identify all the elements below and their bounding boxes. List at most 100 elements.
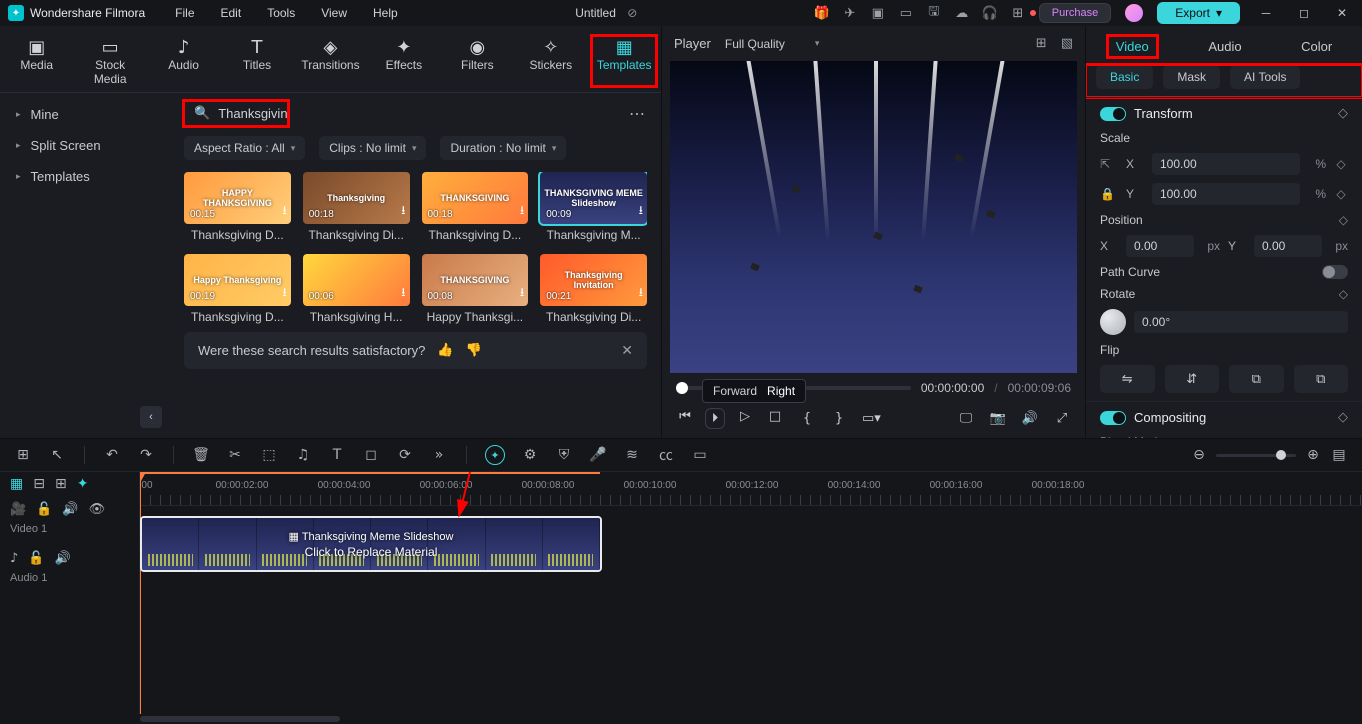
step-back-button[interactable]: ⏮ bbox=[676, 409, 694, 428]
shield-icon[interactable]: ⛨ bbox=[555, 447, 573, 463]
zoom-fit-button[interactable]: ▤ bbox=[1330, 447, 1348, 463]
display-button[interactable]: 🖵 bbox=[957, 411, 975, 426]
timeline-scrollbar[interactable] bbox=[0, 714, 1362, 724]
template-thumb[interactable]: THANKSGIVING00:18⭳Thanksgiving D... bbox=[422, 172, 529, 242]
preview-viewport[interactable] bbox=[670, 61, 1077, 373]
gift-icon[interactable]: 🎁 bbox=[815, 6, 829, 20]
gear-icon[interactable]: ⚙ bbox=[521, 447, 539, 463]
time-ruler[interactable]: 00:0000:00:02:0000:00:04:0000:00:06:0000… bbox=[140, 472, 1362, 506]
video-track-header[interactable]: 🎥 🔓 🔊 👁 bbox=[0, 496, 139, 523]
cloud-icon[interactable]: ☁ bbox=[955, 6, 969, 20]
window-minimize-button[interactable]: ─ bbox=[1254, 6, 1278, 20]
text-tool-icon[interactable]: T bbox=[328, 447, 346, 463]
mic-icon[interactable]: 🎤 bbox=[589, 447, 607, 463]
keyframe-icon[interactable]: ◇ bbox=[1334, 187, 1348, 201]
delete-button[interactable]: 🗑 bbox=[192, 447, 210, 463]
render-icon[interactable]: ▭ bbox=[691, 447, 709, 463]
keyframe-icon[interactable]: ◇ bbox=[1338, 410, 1348, 425]
zoom-slider[interactable] bbox=[1216, 454, 1296, 457]
media-tab-effects[interactable]: ✦Effects bbox=[372, 36, 436, 86]
feedback-close-button[interactable]: ✕ bbox=[621, 342, 633, 359]
download-icon[interactable]: ⭳ bbox=[520, 283, 524, 304]
template-thumb[interactable]: Thanksgiving Invitation00:21⭳Thanksgivin… bbox=[540, 254, 647, 324]
track-mode-4[interactable]: ✦ bbox=[77, 476, 89, 492]
scale-y-input[interactable]: 100.00 bbox=[1152, 183, 1300, 205]
download-icon[interactable]: ⭳ bbox=[283, 283, 287, 304]
export-button[interactable]: Export▾ bbox=[1157, 2, 1240, 24]
playhead[interactable] bbox=[140, 472, 141, 714]
purchase-button[interactable]: Purchase bbox=[1039, 3, 1111, 23]
thumbs-down-button[interactable]: 👎 bbox=[466, 343, 482, 358]
template-thumb[interactable]: 00:06⭳Thanksgiving H... bbox=[303, 254, 410, 324]
lock-icon[interactable]: 🔓 bbox=[36, 502, 52, 517]
template-thumb[interactable]: Happy Thanksgiving00:19⭳Thanksgiving D..… bbox=[184, 254, 291, 324]
prop-tab-video[interactable]: Video bbox=[1108, 36, 1157, 57]
play-button[interactable]: ▷ bbox=[736, 409, 754, 428]
download-icon[interactable]: ⭳ bbox=[639, 283, 643, 304]
template-thumb[interactable]: Thanksgiving00:18⭳Thanksgiving Di... bbox=[303, 172, 410, 242]
mixer-icon[interactable]: ≋ bbox=[623, 447, 641, 463]
flip-vertical-button[interactable]: ⇵ bbox=[1165, 365, 1220, 393]
lock-icon[interactable]: 🔓 bbox=[28, 551, 44, 566]
project-title[interactable]: Untitled ⊘ bbox=[398, 6, 815, 20]
media-tab-transitions[interactable]: ◈Transitions bbox=[298, 36, 362, 86]
template-thumb[interactable]: THANKSGIVING MEME Slideshow00:09⭳Thanksg… bbox=[540, 172, 647, 242]
cc-icon[interactable]: ㏄ bbox=[657, 445, 675, 465]
quality-select[interactable]: Full Quality▾ bbox=[725, 37, 820, 51]
volume-button[interactable]: 🔊 bbox=[1021, 411, 1039, 426]
record-screen-icon[interactable]: ▣ bbox=[871, 6, 885, 20]
paste-button[interactable]: ⧉ bbox=[1294, 365, 1349, 393]
subtab-mask[interactable]: Mask bbox=[1163, 65, 1220, 89]
template-thumb[interactable]: THANKSGIVING00:08⭳Happy Thanksgi... bbox=[422, 254, 529, 324]
headphones-icon[interactable]: 🎧 bbox=[983, 6, 997, 20]
filter-duration[interactable]: Duration : No limit▾ bbox=[440, 136, 566, 160]
rotate-knob[interactable] bbox=[1100, 309, 1126, 335]
transform-toggle[interactable] bbox=[1100, 107, 1126, 121]
subtab-ai-tools[interactable]: AI Tools bbox=[1230, 65, 1300, 89]
collapse-sidenav-button[interactable]: ‹ bbox=[140, 406, 162, 428]
prop-tab-audio[interactable]: Audio bbox=[1200, 36, 1249, 57]
audio-tool-icon[interactable]: ♫ bbox=[294, 447, 312, 463]
search-input[interactable] bbox=[218, 106, 288, 121]
thumbs-up-button[interactable]: 👍 bbox=[437, 343, 453, 358]
more-tools-icon[interactable]: » bbox=[430, 447, 448, 463]
track-mode-3[interactable]: ⊞ bbox=[55, 476, 67, 492]
media-tab-filters[interactable]: ◉Filters bbox=[445, 36, 509, 86]
download-icon[interactable]: ⭳ bbox=[283, 201, 287, 222]
grid-view-icon[interactable]: ⊞ bbox=[1036, 36, 1047, 51]
picture-icon[interactable]: ▧ bbox=[1061, 36, 1073, 51]
copy-button[interactable]: ⧉ bbox=[1229, 365, 1284, 393]
zoom-handle[interactable] bbox=[1276, 450, 1286, 460]
media-tab-stickers[interactable]: ✧Stickers bbox=[519, 36, 583, 86]
media-tab-templates[interactable]: ▦Templates bbox=[592, 36, 656, 86]
media-tab-audio[interactable]: ♪Audio bbox=[152, 36, 216, 86]
menu-edit[interactable]: Edit bbox=[221, 6, 242, 20]
send-icon[interactable]: ✈ bbox=[843, 6, 857, 20]
media-tab-media[interactable]: ▣Media bbox=[5, 36, 69, 86]
filter-clips[interactable]: Clips : No limit▾ bbox=[319, 136, 426, 160]
undo-button[interactable]: ↶ bbox=[103, 447, 121, 463]
window-close-button[interactable]: ✕ bbox=[1330, 6, 1354, 20]
more-options-button[interactable]: ⋯ bbox=[629, 104, 647, 124]
track-mode-1[interactable]: ▦ bbox=[10, 476, 23, 492]
link-icon[interactable]: ⇱ bbox=[1100, 157, 1118, 171]
split-button[interactable]: ✂ bbox=[226, 447, 244, 463]
download-icon[interactable]: ⭳ bbox=[520, 201, 524, 222]
apps-icon[interactable]: ⊞ bbox=[1011, 6, 1025, 20]
menu-help[interactable]: Help bbox=[373, 6, 398, 20]
sidenav-templates[interactable]: ▸Templates bbox=[0, 161, 170, 192]
fullscreen-button[interactable]: ⤢ bbox=[1053, 411, 1071, 426]
mute-icon[interactable]: 🔊 bbox=[54, 551, 70, 566]
speed-tool-icon[interactable]: ⟳ bbox=[396, 447, 414, 463]
snapshot-button[interactable]: 📷 bbox=[989, 411, 1007, 426]
keyframe-icon[interactable]: ◇ bbox=[1334, 157, 1348, 171]
marker-tool-icon[interactable]: ◻ bbox=[362, 447, 380, 463]
subtab-basic[interactable]: Basic bbox=[1096, 65, 1153, 89]
scale-x-input[interactable]: 100.00 bbox=[1152, 153, 1300, 175]
play-forward-button[interactable]: ⏵ bbox=[706, 409, 724, 428]
download-icon[interactable]: ⭳ bbox=[401, 201, 405, 222]
save-icon[interactable]: 🖫 bbox=[927, 6, 941, 20]
mute-icon[interactable]: 🔊 bbox=[62, 502, 78, 517]
tracks-area[interactable]: 00:0000:00:02:0000:00:04:0000:00:06:0000… bbox=[140, 472, 1362, 714]
media-tab-stock-media[interactable]: ▭Stock Media bbox=[78, 36, 142, 86]
